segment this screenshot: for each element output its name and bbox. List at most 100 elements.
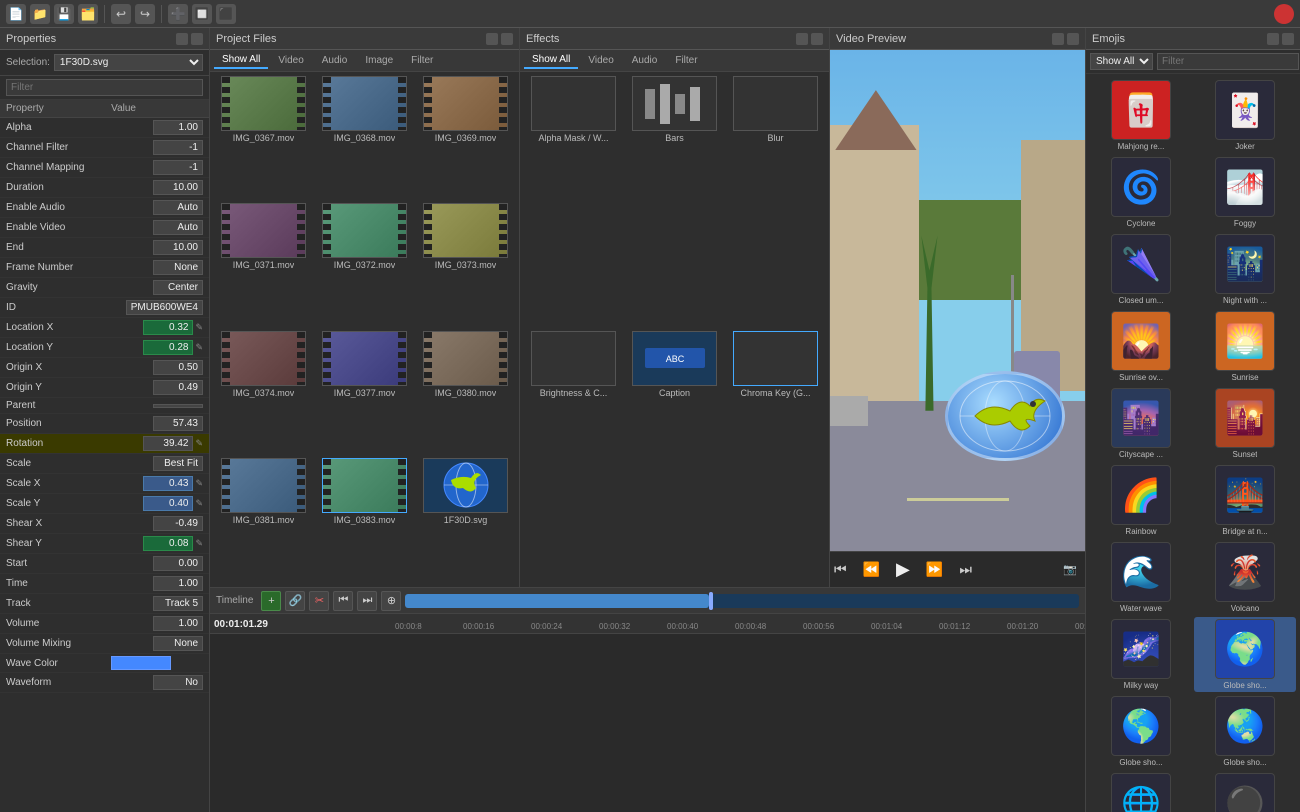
emoji-item[interactable]: 🌉Bridge at n... [1194,463,1296,538]
emoji-item[interactable]: 🌎Globe sho... [1090,694,1192,769]
toolbar-save-icon[interactable]: 💾 [54,4,74,24]
emoji-item[interactable]: 🌊Water wave [1090,540,1192,615]
prop-value[interactable]: 0.32✎ [105,318,209,338]
edit-icon[interactable]: ✎ [195,342,203,353]
edit-icon[interactable]: ✎ [195,322,203,333]
eff-tab-filter[interactable]: Filter [667,53,705,68]
effect-item[interactable]: Chroma Key (G... [726,331,825,584]
prop-value[interactable]: -1 [105,158,209,178]
eff-min-btn[interactable] [796,33,808,45]
tl-snap-end-btn[interactable]: ⏭ [357,591,377,611]
pf-tab-all[interactable]: Show All [214,52,268,69]
file-item[interactable]: IMG_0371.mov [214,203,313,328]
emoji-item[interactable]: 🌏Globe sho... [1194,694,1296,769]
prop-value[interactable]: 1.00 [105,614,209,634]
tl-cut-btn[interactable]: ✂ [309,591,329,611]
emoji-item[interactable]: 🃏Joker [1194,78,1296,153]
prop-value[interactable]: 10.00 [105,238,209,258]
file-item[interactable]: IMG_0373.mov [416,203,515,328]
eff-tab-video[interactable]: Video [580,53,621,68]
emoji-item[interactable]: 🌌Milky way [1090,617,1192,692]
timeline-progress-bar[interactable] [405,594,1079,608]
effect-item[interactable]: Blur [726,76,825,329]
prop-value[interactable]: -1 [105,138,209,158]
vp-min-btn[interactable] [1052,33,1064,45]
edit-icon[interactable]: ✎ [195,538,203,549]
toolbar-frame-icon[interactable]: 🔲 [192,4,212,24]
prop-value[interactable] [105,398,209,414]
prop-value[interactable]: None [105,258,209,278]
prop-value[interactable]: 0.28✎ [105,338,209,358]
emoji-item[interactable]: 🌈Rainbow [1090,463,1192,538]
emoji-show-all-select[interactable]: Show All [1090,53,1153,70]
file-item[interactable]: IMG_0377.mov [315,331,414,456]
emoji-item[interactable]: 🌄Sunrise ov... [1090,309,1192,384]
prop-value[interactable]: 0.40✎ [105,494,209,514]
timeline-progress-handle[interactable] [709,592,713,610]
pf-min-btn[interactable] [486,33,498,45]
emoji-item[interactable]: 🌂Closed um... [1090,232,1192,307]
eff-max-btn[interactable] [811,33,823,45]
selection-dropdown[interactable]: 1F30D.svg [54,54,203,71]
emoji-item[interactable]: 🌐Globe sho... [1090,771,1192,812]
prop-value[interactable]: 1.00 [105,574,209,594]
pf-tab-image[interactable]: Image [357,53,401,68]
prop-value[interactable]: 0.08✎ [105,534,209,554]
effect-item[interactable]: Bars [625,76,724,329]
effect-item[interactable]: Brightness & C... [524,331,623,584]
tl-add-btn[interactable]: + [261,591,281,611]
em-max-btn[interactable] [1282,33,1294,45]
fast-forward-btn[interactable]: ⏩ [922,559,947,580]
emoji-item[interactable]: 🌍Globe sho... [1194,617,1296,692]
file-item[interactable]: IMG_0380.mov [416,331,515,456]
eff-tab-audio[interactable]: Audio [624,53,666,68]
skip-to-start-btn[interactable]: ⏮ [830,559,851,580]
prop-value[interactable]: Auto [105,218,209,238]
prop-value[interactable]: No [105,673,209,693]
prop-value[interactable] [105,654,209,673]
prop-value[interactable]: Center [105,278,209,298]
skip-to-end-btn[interactable]: ⏭ [955,559,976,580]
prop-value[interactable]: 0.00 [105,554,209,574]
prop-value[interactable]: -0.49 [105,514,209,534]
emoji-item[interactable]: 🌁Foggy [1194,155,1296,230]
prop-value[interactable]: 0.49 [105,378,209,398]
toolbar-close-icon[interactable] [1274,4,1294,24]
emoji-item[interactable]: 🌅Sunrise [1194,309,1296,384]
tl-link-btn[interactable]: 🔗 [285,591,305,611]
vp-max-btn[interactable] [1067,33,1079,45]
emoji-item[interactable]: 🌇Sunset [1194,386,1296,461]
pf-tab-filter[interactable]: Filter [403,53,441,68]
pf-tab-audio[interactable]: Audio [314,53,356,68]
emoji-item[interactable]: 🌋Volcano [1194,540,1296,615]
file-item[interactable]: IMG_0369.mov [416,76,515,201]
prop-value[interactable]: None [105,634,209,654]
tl-center-btn[interactable]: ⊕ [381,591,401,611]
pf-tab-video[interactable]: Video [270,53,311,68]
tl-snap-start-btn[interactable]: ⏮ [333,591,353,611]
play-btn[interactable]: ▶ [892,557,914,582]
emoji-item[interactable]: 🌆Cityscape ... [1090,386,1192,461]
wave-color-swatch[interactable] [111,656,171,670]
prop-value[interactable]: PMUB600WE4 [105,298,209,318]
emoji-filter-input[interactable] [1157,53,1299,70]
camera-icon[interactable]: 📷 [1063,563,1077,576]
toolbar-open-icon[interactable]: 📁 [30,4,50,24]
effect-item[interactable]: Alpha Mask / W... [524,76,623,329]
emoji-item[interactable]: 🀄Mahjong re... [1090,78,1192,153]
toolbar-new-icon[interactable]: 📄 [6,4,26,24]
pf-max-btn[interactable] [501,33,513,45]
file-item[interactable]: IMG_0368.mov [315,76,414,201]
rewind-btn[interactable]: ⏪ [859,559,884,580]
file-item[interactable]: IMG_0383.mov [315,458,414,583]
prop-value[interactable]: Best Fit [105,454,209,474]
file-item[interactable]: IMG_0367.mov [214,76,313,201]
properties-min-btn[interactable] [176,33,188,45]
file-item[interactable]: IMG_0374.mov [214,331,313,456]
prop-value[interactable]: Track 5 [105,594,209,614]
eff-tab-all[interactable]: Show All [524,52,578,69]
prop-value[interactable]: Auto [105,198,209,218]
emoji-item[interactable]: 🌃Night with ... [1194,232,1296,307]
properties-filter-input[interactable] [6,79,203,96]
prop-value[interactable]: 0.43✎ [105,474,209,494]
